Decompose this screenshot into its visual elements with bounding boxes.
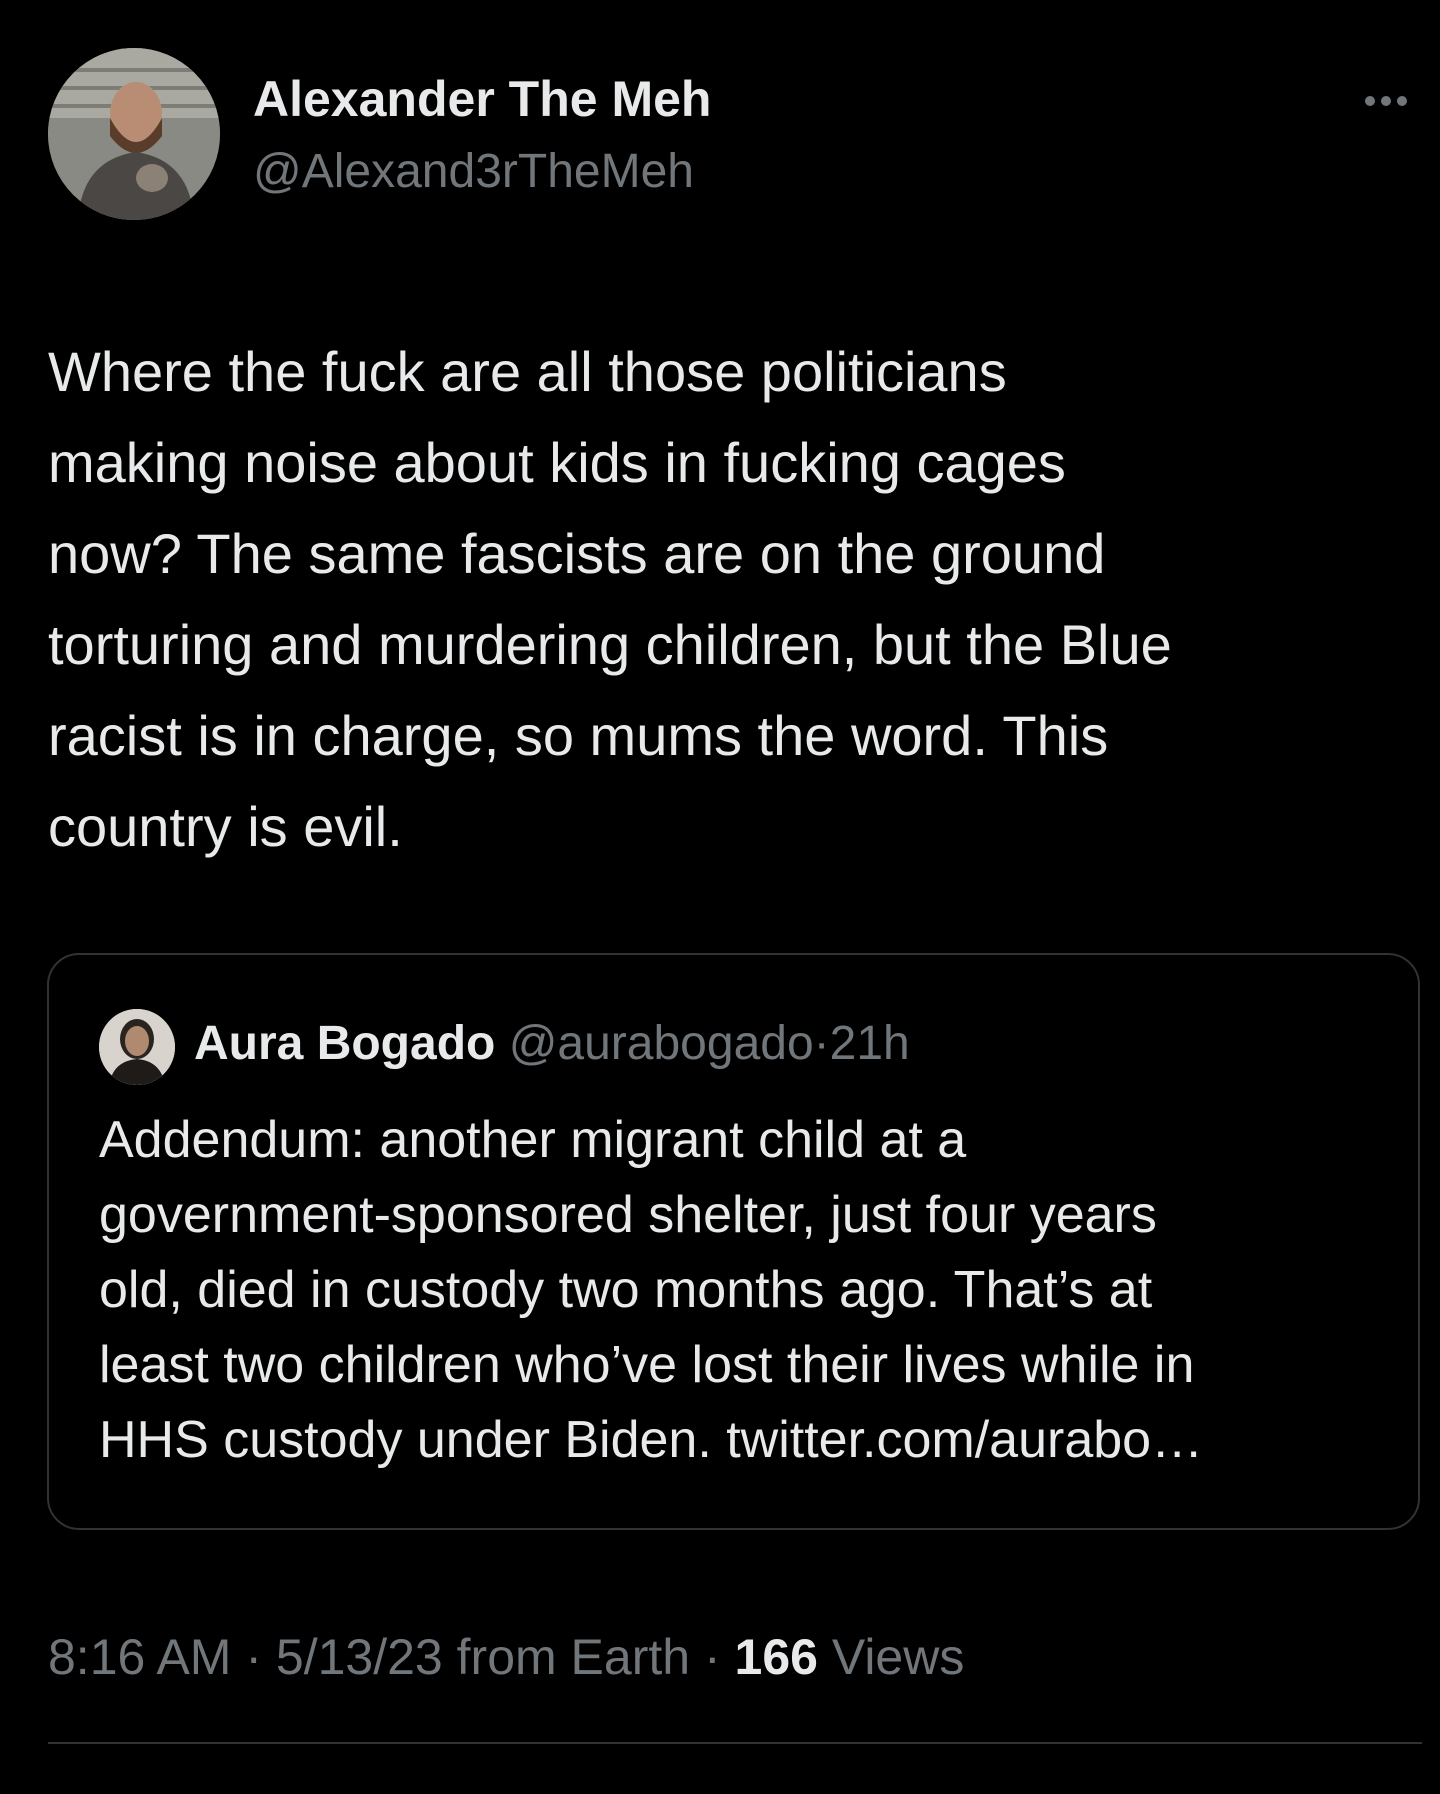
quoted-author-avatar-image <box>99 1009 175 1085</box>
tweet-meta: 8:16 AM · 5/13/23 from Earth · 166 Views <box>48 1628 964 1686</box>
header-separator: · <box>813 1017 830 1070</box>
more-horizontal-icon <box>1365 96 1407 106</box>
quoted-author-avatar[interactable] <box>99 1009 175 1085</box>
tweet-date[interactable]: 5/13/23 <box>276 1629 443 1685</box>
quoted-tweet-text: Addendum: another migrant child at a gov… <box>99 1111 1204 1469</box>
author-avatar-image <box>48 48 220 220</box>
tweet-text: Where the fuck are all those politicians… <box>48 340 1172 858</box>
views-count: 166 <box>734 1629 818 1685</box>
divider <box>48 1742 1422 1744</box>
author-handle[interactable]: @Alexand3rTheMeh <box>253 144 694 199</box>
author-avatar[interactable] <box>48 48 220 220</box>
tweet-source: from Earth <box>456 1629 691 1685</box>
more-options-button[interactable] <box>1356 86 1416 116</box>
meta-separator: · <box>703 1629 721 1685</box>
meta-separator: · <box>245 1629 263 1685</box>
quoted-tweet-card[interactable]: Aura Bogado @aurabogado·21h Addendum: an… <box>47 953 1420 1530</box>
quoted-tweet-time[interactable]: 21h <box>830 1017 910 1070</box>
quoted-author-name[interactable]: Aura Bogado <box>194 1017 495 1070</box>
quoted-author-handle[interactable]: @aurabogado <box>509 1017 814 1070</box>
quoted-tweet-header: Aura Bogado @aurabogado·21h <box>194 1015 910 1073</box>
tweet-time[interactable]: 8:16 AM <box>48 1629 231 1685</box>
author-display-name[interactable]: Alexander The Meh <box>253 70 711 128</box>
views-label: Views <box>831 1629 965 1685</box>
